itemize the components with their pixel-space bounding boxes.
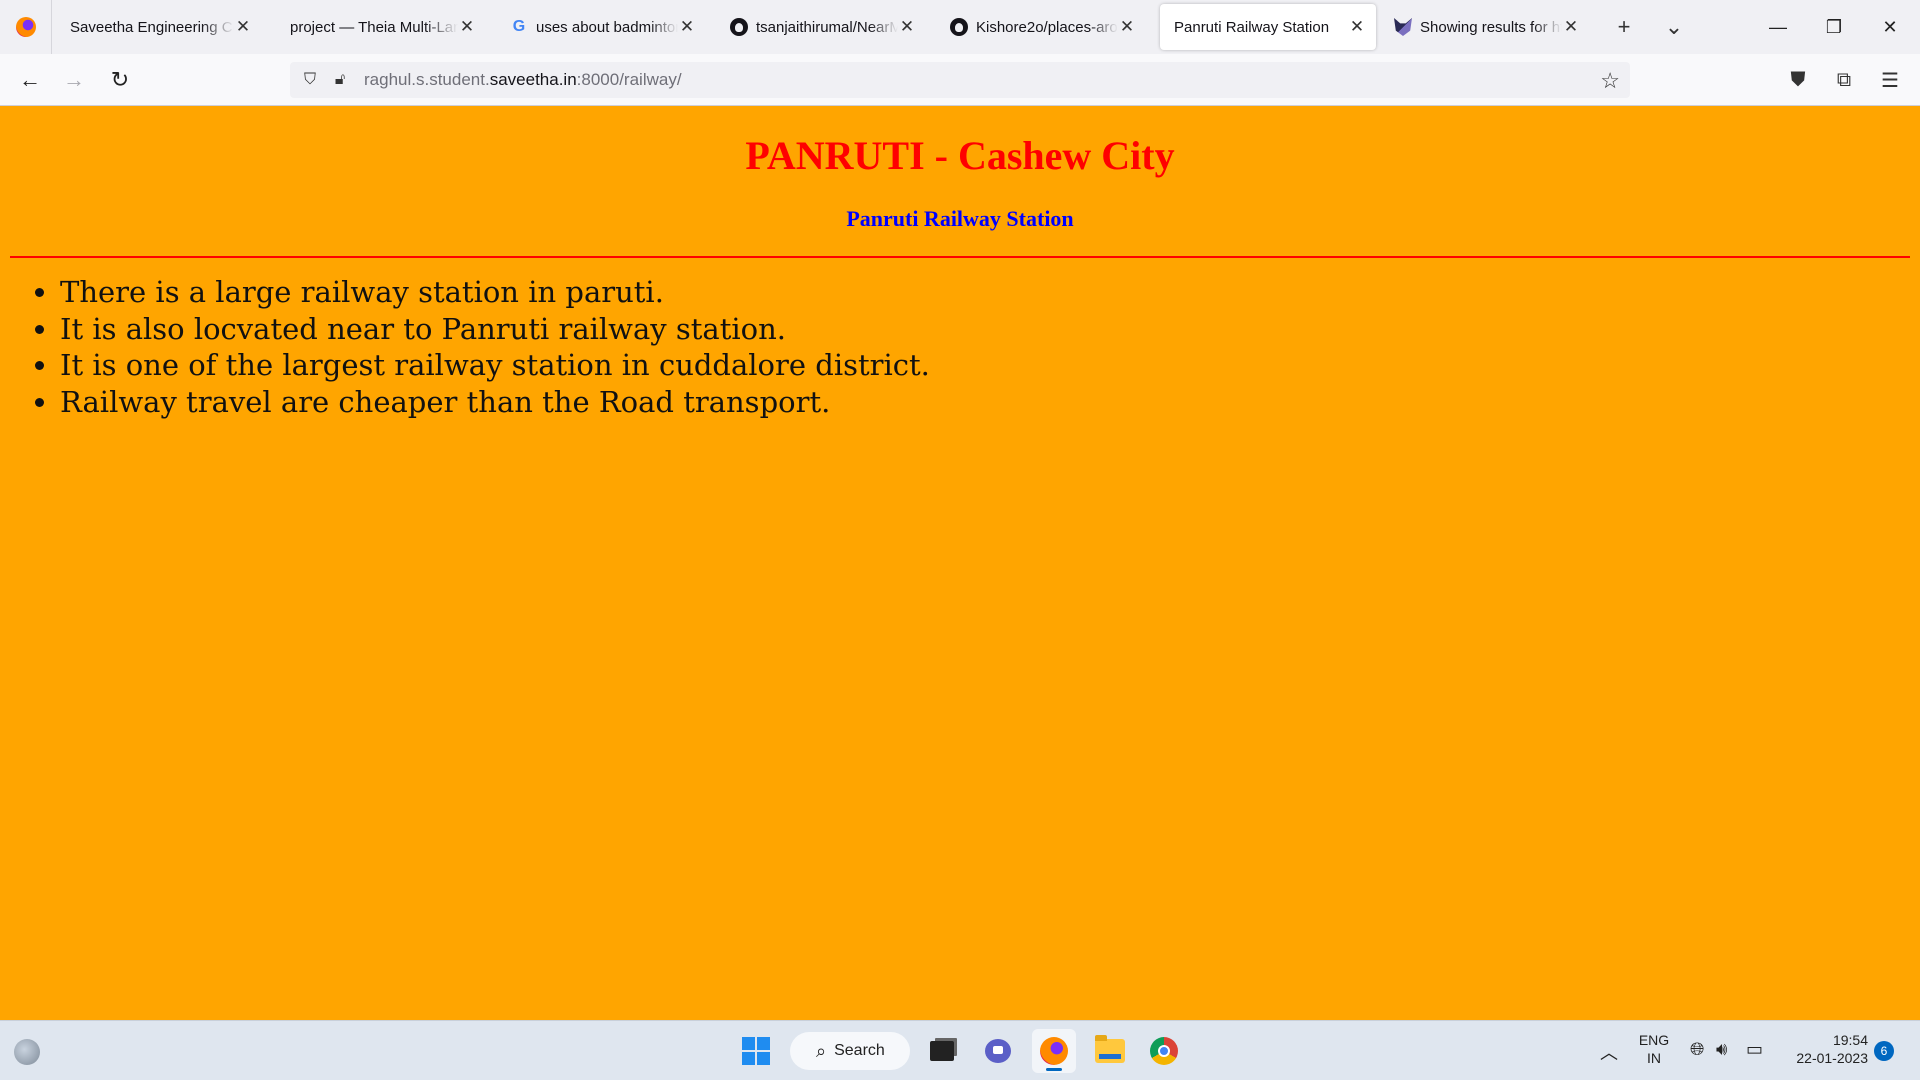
tab-saveetha[interactable]: Saveetha Engineering College ✕	[56, 4, 262, 50]
volume-icon[interactable]: 🔊︎	[1716, 1039, 1727, 1060]
url-host: saveetha.in	[489, 70, 577, 89]
notification-badge[interactable]: 6	[1874, 1041, 1894, 1061]
tab-title: Kishore2o/places-around	[976, 18, 1118, 36]
page-subtitle: Panruti Railway Station	[846, 206, 1074, 231]
tab-panruti-railway[interactable]: Panruti Railway Station ✕	[1160, 4, 1376, 50]
list-item: It is one of the largest railway station…	[60, 347, 930, 384]
tab-title: Panruti Railway Station	[1174, 18, 1330, 36]
firefox-view-button[interactable]	[0, 0, 52, 54]
tab-results[interactable]: Showing results for https ✕	[1380, 4, 1590, 50]
language-code: ENG	[1638, 1032, 1670, 1048]
search-icon: ⌕	[816, 1040, 827, 1061]
language-indicator[interactable]: ENG IN	[1634, 1031, 1674, 1067]
github-icon	[950, 18, 968, 36]
close-window-button[interactable]: ✕	[1862, 0, 1918, 54]
firefox-icon	[15, 17, 36, 37]
tab-theia[interactable]: project — Theia Multi-Language ✕	[276, 4, 486, 50]
minimize-button[interactable]: —	[1750, 0, 1806, 54]
page-title: PANRUTI - Cashew City	[745, 133, 1175, 178]
taskbar: ⌕ Search ︿ ENG IN 🌐︎ 🔊︎ ▭ 19:54 22-01-20…	[0, 1020, 1920, 1080]
tab-nearme[interactable]: tsanjaithirumal/NearMe ✕	[716, 4, 926, 50]
url-text[interactable]: raghul.s.student.saveetha.in:8000/railwa…	[364, 70, 682, 90]
battery-icon[interactable]: ▭	[1746, 1039, 1763, 1060]
teams-chat-button[interactable]	[976, 1029, 1020, 1073]
tab-places[interactable]: Kishore2o/places-around ✕	[936, 4, 1146, 50]
chrome-icon	[1150, 1037, 1178, 1065]
firefox-taskbar-button[interactable]	[1032, 1029, 1076, 1073]
network-globe-icon[interactable]: 🌐︎	[1690, 1039, 1704, 1060]
start-button[interactable]	[734, 1029, 778, 1073]
tab-badminton[interactable]: G uses about badminton ✕	[496, 4, 706, 50]
taskbar-search[interactable]: ⌕ Search	[790, 1032, 910, 1070]
google-icon: G	[512, 18, 526, 35]
close-icon[interactable]: ✕	[678, 17, 696, 37]
chrome-taskbar-button[interactable]	[1142, 1029, 1186, 1073]
tab-title: Saveetha Engineering College	[70, 18, 234, 36]
file-explorer-button[interactable]	[1088, 1029, 1132, 1073]
close-icon[interactable]: ✕	[234, 17, 252, 37]
tab-strip: Saveetha Engineering College ✕ project —…	[0, 0, 1920, 54]
reload-button[interactable]: ↻	[104, 64, 136, 96]
horizontal-rule	[10, 256, 1910, 258]
forward-button[interactable]: →	[58, 64, 90, 96]
navigation-toolbar: ← → ↻ ⛉ 🔓︎ raghul.s.student.saveetha.in:…	[0, 54, 1920, 106]
tab-title: Showing results for https	[1420, 18, 1562, 36]
extensions-icon[interactable]: ⧉	[1828, 64, 1860, 96]
tab-title: uses about badminton	[536, 18, 678, 36]
active-app-indicator	[1046, 1068, 1062, 1071]
firefox-icon	[1040, 1037, 1068, 1065]
github-icon	[730, 18, 748, 36]
task-view-icon	[930, 1041, 954, 1061]
insecure-lock-icon[interactable]: 🔓︎	[330, 70, 350, 90]
task-view-button[interactable]	[920, 1029, 964, 1073]
search-label: Search	[834, 1042, 885, 1059]
tracking-protection-icon[interactable]: ⛉	[300, 70, 320, 90]
close-icon[interactable]: ✕	[898, 17, 916, 37]
back-button[interactable]: ←	[14, 64, 46, 96]
fact-list: There is a large railway station in paru…	[0, 274, 930, 420]
folder-icon	[1095, 1035, 1125, 1063]
pocket-icon[interactable]: ⛊	[1782, 64, 1814, 96]
wolf-icon	[1394, 18, 1412, 36]
close-icon[interactable]: ✕	[1118, 17, 1136, 37]
list-item: There is a large railway station in paru…	[60, 274, 930, 311]
url-path: :8000/railway/	[576, 70, 682, 89]
windows-logo-icon	[742, 1037, 770, 1065]
close-icon[interactable]: ✕	[1348, 17, 1366, 37]
show-hidden-icons-chevron-up-icon[interactable]: ︿	[1600, 1039, 1618, 1065]
tab-list-button[interactable]: ⌄	[1654, 0, 1694, 54]
region-code: IN	[1647, 1050, 1661, 1066]
clock[interactable]: 19:54 22-01-2023	[1782, 1031, 1868, 1067]
list-item: It is also locvated near to Panruti rail…	[60, 311, 930, 348]
tab-title: project — Theia Multi-Language	[290, 18, 458, 36]
close-icon[interactable]: ✕	[458, 17, 476, 37]
hamburger-menu-icon[interactable]: ☰	[1874, 64, 1906, 96]
close-icon[interactable]: ✕	[1562, 17, 1580, 37]
list-item: Railway travel are cheaper than the Road…	[60, 384, 930, 421]
clock-date: 22-01-2023	[1796, 1050, 1868, 1066]
new-tab-button[interactable]: +	[1604, 0, 1644, 54]
weather-widget-icon[interactable]	[14, 1039, 40, 1065]
restore-button[interactable]: ❐	[1806, 0, 1862, 54]
url-bar[interactable]: ⛉ 🔓︎ raghul.s.student.saveetha.in:8000/r…	[290, 62, 1630, 98]
url-prefix: raghul.s.student.	[364, 70, 490, 89]
bookmark-star-icon[interactable]: ☆	[1600, 68, 1620, 94]
clock-time: 19:54	[1832, 1032, 1868, 1048]
page-content: PANRUTI - Cashew City Panruti Railway St…	[0, 106, 1920, 1020]
teams-icon	[985, 1039, 1011, 1063]
tab-title: tsanjaithirumal/NearMe	[756, 18, 898, 36]
